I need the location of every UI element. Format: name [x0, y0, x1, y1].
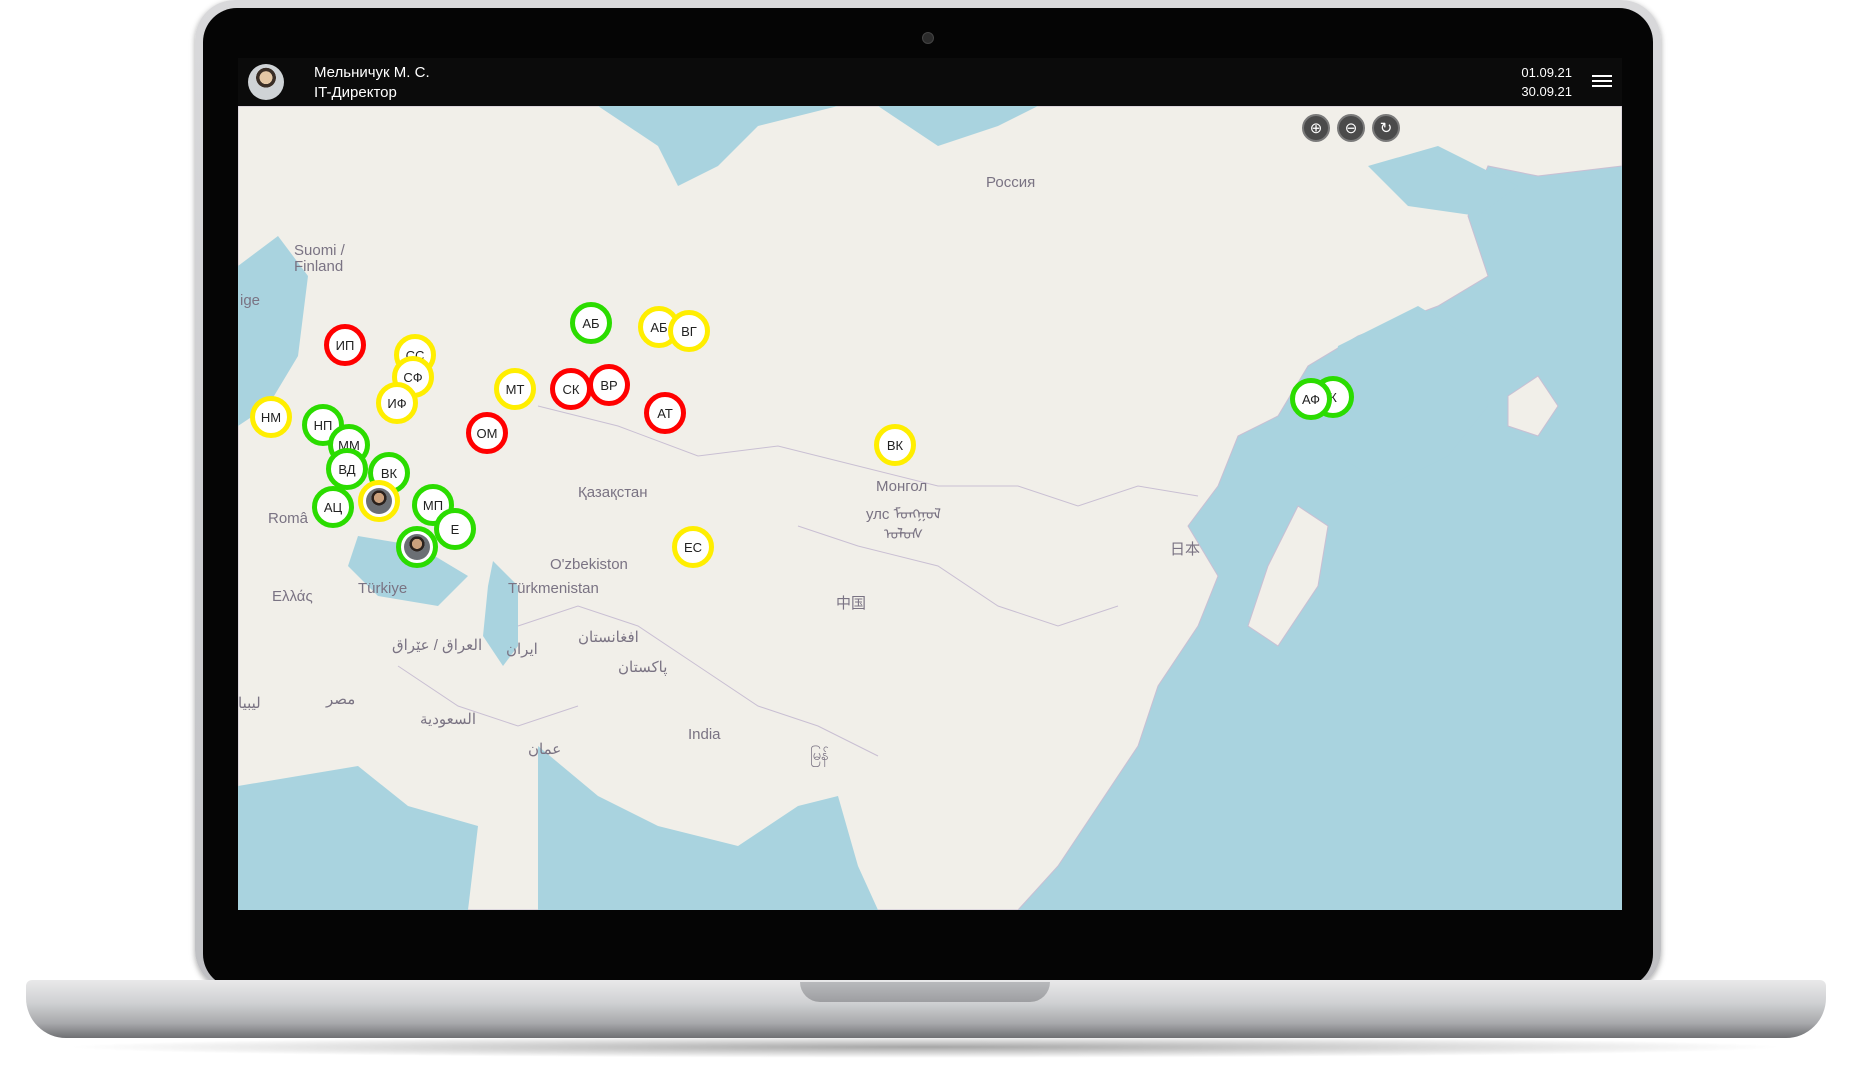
date-from[interactable]: 01.09.21 — [1521, 65, 1572, 80]
map-label: Монгол — [876, 478, 928, 495]
map-label: Româ — [268, 510, 309, 527]
map-label: السعودية — [420, 711, 477, 728]
map-label: ᠤᠯᠤᠰ — [884, 526, 924, 543]
map[interactable]: Россия Suomi / Finland ige Қазақстан Мон… — [238, 106, 1622, 910]
map-label: ایران — [506, 641, 538, 658]
map-label: 日本 — [1170, 541, 1201, 558]
map-marker[interactable]: Е — [434, 508, 476, 550]
map-marker-photo[interactable] — [396, 526, 438, 568]
map-marker[interactable]: ОМ — [466, 412, 508, 454]
map-label: العراق / عێراق — [392, 637, 483, 654]
map-label: O'zbekiston — [550, 556, 628, 573]
map-marker[interactable]: НМ — [250, 396, 292, 438]
top-bar: Мельничук М. С. IT-Директор 01.09.21 30.… — [238, 58, 1622, 106]
map-label: پاکستان — [618, 659, 668, 676]
map-label: افغانستان — [578, 629, 639, 646]
map-marker[interactable]: АТ — [644, 392, 686, 434]
map-marker[interactable]: АЦ — [312, 486, 354, 528]
map-label: عمان — [528, 741, 562, 758]
map-marker[interactable]: ИП — [324, 324, 366, 366]
map-marker[interactable]: ВД — [326, 448, 368, 490]
avatar — [366, 488, 392, 514]
map-label: Қазақстан — [578, 484, 648, 501]
map-marker[interactable]: СК — [550, 368, 592, 410]
laptop-shadow — [60, 1036, 1790, 1058]
map-label: 中国 — [836, 595, 867, 612]
map-label: Türkiye — [358, 580, 408, 597]
map-marker-photo[interactable] — [358, 480, 400, 522]
map-label: ليبيا — [238, 695, 261, 712]
map-marker[interactable]: АФ — [1290, 378, 1332, 420]
map-marker[interactable]: ВР — [588, 364, 630, 406]
map-marker[interactable]: ЕС — [672, 526, 714, 568]
map-marker[interactable]: АБ — [570, 302, 612, 344]
hamburger-icon[interactable] — [1592, 72, 1612, 92]
avatar — [404, 534, 430, 560]
app-screen: Мельничук М. С. IT-Директор 01.09.21 30.… — [238, 58, 1622, 910]
map-label: India — [688, 726, 721, 743]
map-label: Türkmenistan — [508, 580, 599, 597]
user-role: IT-Директор — [314, 84, 397, 101]
map-label: မြန် — [810, 747, 829, 764]
zoom-in-icon[interactable]: ⊕ — [1302, 114, 1330, 142]
map-label: Finland — [294, 258, 344, 275]
date-to[interactable]: 30.09.21 — [1521, 84, 1572, 99]
map-label: مصر — [326, 691, 356, 708]
camera-icon — [922, 32, 934, 44]
map-label: Suomi / — [294, 242, 345, 259]
map-marker[interactable]: ИФ — [376, 382, 418, 424]
avatar[interactable] — [248, 64, 284, 100]
refresh-icon[interactable]: ↻ — [1372, 114, 1400, 142]
map-marker[interactable]: ВГ — [668, 310, 710, 352]
map-marker[interactable]: ВК — [874, 424, 916, 466]
map-label: Россия — [986, 174, 1036, 191]
map-marker[interactable]: МТ — [494, 368, 536, 410]
laptop-notch — [800, 982, 1050, 1002]
map-label: ige — [240, 292, 261, 309]
user-name: Мельничук М. С. — [314, 64, 430, 81]
map-label: Ελλάς — [272, 588, 313, 605]
zoom-out-icon[interactable]: ⊖ — [1337, 114, 1365, 142]
